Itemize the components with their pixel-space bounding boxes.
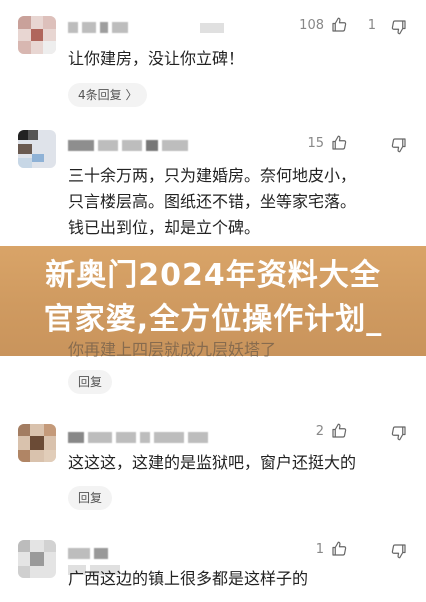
- thumbs-up-icon[interactable]: [330, 134, 348, 152]
- banner-line-1: 新奥门2024年资料大全: [45, 258, 381, 293]
- comment-text-line: 只言楼层高。图纸还不错，坐等家宅落。: [68, 192, 357, 211]
- replies-button[interactable]: 4条回复 〉: [68, 83, 148, 107]
- thumbs-down-icon[interactable]: [390, 136, 408, 154]
- thumbs-up-icon[interactable]: [330, 422, 348, 440]
- username-blurred: [68, 428, 212, 443]
- dislike-count: 1: [367, 18, 376, 33]
- banner-headline: 新奥门2024年资料大全 官家婆,全方位操作计划_: [0, 254, 426, 342]
- like-count: 2: [315, 424, 324, 439]
- comment-text: 广西这边的镇上很多都是这样子的: [68, 569, 309, 588]
- reply-button[interactable]: 回复: [68, 486, 113, 510]
- comment-text-line: 钱已出到位，却是立个碑。: [68, 218, 261, 237]
- comment-text: 这这这，这建的是监狱吧，窗户还挺大的: [68, 453, 357, 472]
- avatar[interactable]: [18, 130, 56, 168]
- like-count: 108: [299, 18, 324, 33]
- like-count: 15: [307, 136, 324, 151]
- thumbs-up-icon[interactable]: [330, 540, 348, 558]
- username-blurred: [68, 18, 132, 33]
- comment-text: 三十余万两，只为建婚房。奈何地皮小， 只言楼层高。图纸还不错，坐等家宅落。 钱已…: [68, 163, 412, 241]
- username-blurred: [68, 544, 112, 559]
- comment-text-line: 三十余万两，只为建婚房。奈何地皮小，: [68, 166, 357, 185]
- thumbs-down-icon[interactable]: [390, 424, 408, 442]
- banner-line-2: 官家婆,全方位操作计划_: [43, 302, 383, 337]
- username-blurred: [68, 136, 192, 151]
- comment-text: 让你建房，没让你立碑！: [68, 49, 245, 68]
- avatar[interactable]: [18, 540, 56, 578]
- reply-button[interactable]: 回复: [68, 370, 113, 394]
- meta-blurred: [200, 18, 228, 33]
- like-count: 1: [315, 542, 324, 557]
- avatar[interactable]: [18, 424, 56, 462]
- thumbs-down-icon[interactable]: [390, 542, 408, 560]
- thumbs-up-icon[interactable]: [330, 16, 348, 34]
- avatar[interactable]: [18, 16, 56, 54]
- thumbs-down-icon[interactable]: [390, 18, 408, 36]
